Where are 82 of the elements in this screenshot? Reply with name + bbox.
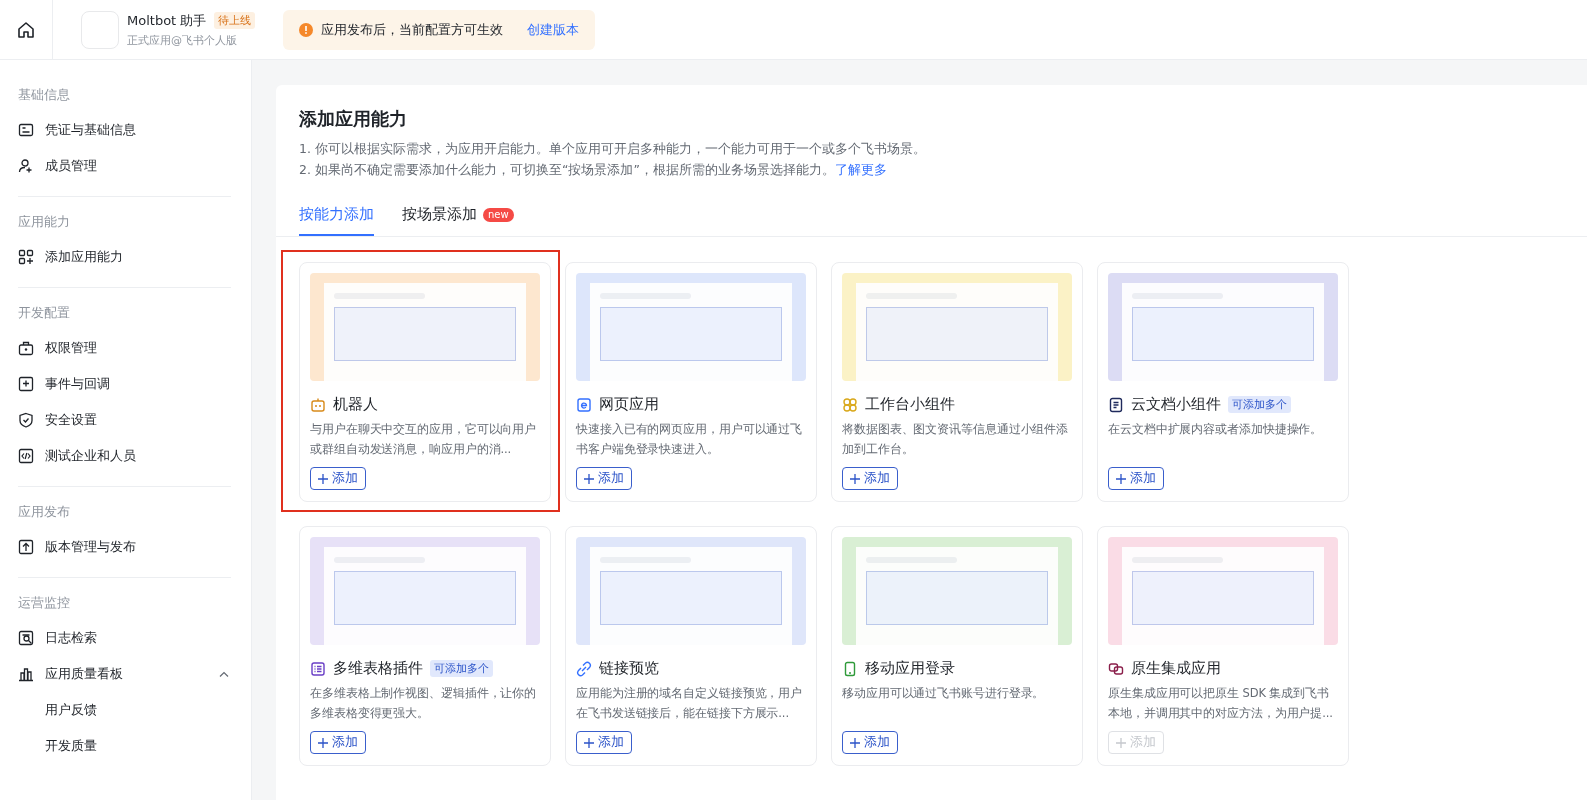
add-button[interactable]: 添加 bbox=[310, 731, 366, 754]
card-title: 多维表格插件 bbox=[333, 659, 423, 678]
notice-text: 应用发布后，当前配置方可生效 bbox=[321, 20, 504, 39]
sidebar-item[interactable]: 测试企业和人员 bbox=[18, 438, 231, 474]
four-petal-icon bbox=[842, 396, 858, 413]
sidebar-item[interactable]: 权限管理 bbox=[18, 330, 231, 366]
code-icon bbox=[18, 448, 34, 464]
shield-check-icon bbox=[18, 412, 34, 428]
card-title: 机器人 bbox=[333, 395, 378, 414]
plus-icon bbox=[850, 473, 860, 484]
list-icon bbox=[310, 660, 326, 677]
plus-icon bbox=[1116, 473, 1126, 484]
bar-chart-icon bbox=[18, 666, 34, 682]
new-badge: new bbox=[483, 207, 514, 222]
plus-icon bbox=[318, 473, 328, 484]
multi-add-tag: 可添加多个 bbox=[430, 660, 493, 677]
sidebar-item[interactable]: 版本管理与发布 bbox=[18, 529, 231, 565]
tab[interactable]: 按场景添加 new bbox=[402, 195, 514, 236]
add-button[interactable]: 添加 bbox=[576, 731, 632, 754]
instruction-text: 2. 如果尚不确定需要添加什么能力，可切换至“按场景添加”，根据所需的业务场景选择能力。 bbox=[299, 162, 835, 179]
card-title: 工作台小组件 bbox=[865, 395, 955, 414]
plus-square-icon bbox=[18, 376, 34, 392]
id-card-icon bbox=[18, 122, 34, 138]
phone-icon bbox=[842, 660, 858, 677]
card-title: 链接预览 bbox=[599, 659, 659, 678]
add-button[interactable]: 添加 bbox=[1108, 467, 1164, 490]
briefcase-icon bbox=[18, 340, 34, 356]
status-badge: 待上线 bbox=[214, 12, 256, 29]
grid-plus-icon bbox=[18, 249, 34, 265]
plus-icon bbox=[318, 737, 328, 748]
create-version-link[interactable]: 创建版本 bbox=[527, 20, 580, 39]
plus-icon bbox=[1116, 737, 1126, 748]
learn-more-link[interactable]: 了解更多 bbox=[834, 162, 887, 179]
add-button[interactable]: 添加 bbox=[310, 467, 366, 490]
overlapping-squares-icon bbox=[1108, 660, 1124, 677]
section-heading: 应用能力 bbox=[18, 213, 71, 231]
card-description: 在云文档中扩展内容或者添加快捷操作。 bbox=[1108, 421, 1324, 438]
multi-add-tag: 可添加多个 bbox=[1228, 396, 1291, 413]
link-icon bbox=[576, 660, 592, 677]
card-title: 移动应用登录 bbox=[865, 659, 955, 678]
card-description: 移动应用可以通过飞书账号进行登录。 bbox=[842, 685, 1046, 702]
plus-icon bbox=[584, 737, 594, 748]
search-document-icon bbox=[18, 630, 34, 646]
sidebar-item[interactable]: 成员管理 bbox=[18, 148, 231, 184]
add-button[interactable]: 添加 bbox=[842, 731, 898, 754]
card-title: 云文档小组件 bbox=[1131, 395, 1221, 414]
sidebar-item[interactable]: 添加应用能力 bbox=[18, 239, 231, 275]
warning-icon bbox=[299, 22, 314, 37]
plus-icon bbox=[850, 737, 860, 748]
card-description: 在多维表格上制作视图、逻辑插件，让你的多维表格变得更强大。 bbox=[310, 685, 538, 722]
home-icon[interactable] bbox=[17, 20, 35, 39]
sidebar-subitem[interactable]: 开发质量 bbox=[18, 728, 231, 764]
section-heading: 开发配置 bbox=[18, 304, 71, 322]
card-title: 原生集成应用 bbox=[1131, 659, 1221, 678]
app-name: Moltbot 助手 bbox=[127, 11, 207, 30]
app-subtitle: 正式应用@飞书个人版 bbox=[127, 32, 238, 48]
upload-icon bbox=[18, 539, 34, 555]
card-description: 原生集成应用可以把原生 SDK 集成到飞书本地，并调用其中的对应方法，为用户提... bbox=[1108, 685, 1334, 722]
page-title: 添加应用能力 bbox=[299, 107, 408, 131]
document-icon bbox=[1108, 396, 1124, 413]
card-description: 与用户在聊天中交互的应用，它可以向用户或群组自动发送消息，响应用户的消... bbox=[310, 421, 538, 458]
tab[interactable]: 按能力添加 bbox=[299, 195, 374, 236]
sidebar-item[interactable]: 安全设置 bbox=[18, 402, 231, 438]
card-description: 快速接入已有的网页应用，用户可以通过飞书客户端免登录快速进入。 bbox=[576, 421, 804, 458]
card-title: 网页应用 bbox=[599, 395, 659, 414]
section-heading: 应用发布 bbox=[18, 503, 71, 521]
section-heading: 基础信息 bbox=[18, 86, 71, 104]
sidebar-item[interactable]: 事件与回调 bbox=[18, 366, 231, 402]
web-page-icon bbox=[576, 396, 592, 413]
add-button[interactable]: 添加 bbox=[576, 467, 632, 490]
section-heading: 运营监控 bbox=[18, 594, 71, 612]
plus-icon bbox=[584, 473, 594, 484]
sidebar-item[interactable]: 凭证与基础信息 bbox=[18, 112, 231, 148]
sidebar-subitem[interactable]: 用户反馈 bbox=[18, 692, 231, 728]
add-user-icon bbox=[18, 158, 34, 174]
robot-icon bbox=[310, 396, 326, 413]
sidebar-item[interactable]: 应用质量看板 bbox=[18, 656, 231, 692]
card-description: 将数据图表、图文资讯等信息通过小组件添加到工作台。 bbox=[842, 421, 1070, 458]
add-button[interactable]: 添加 bbox=[842, 467, 898, 490]
sidebar-item[interactable]: 日志检索 bbox=[18, 620, 231, 656]
instruction-text: 1. 你可以根据实际需求，为应用开启能力。单个应用可开启多种能力，一个能力可用于一个或多个飞书场景。 bbox=[299, 141, 926, 158]
card-description: 应用能为注册的域名自定义链接预览，用户在飞书发送链接后，能在链接下方展示... bbox=[576, 685, 804, 722]
